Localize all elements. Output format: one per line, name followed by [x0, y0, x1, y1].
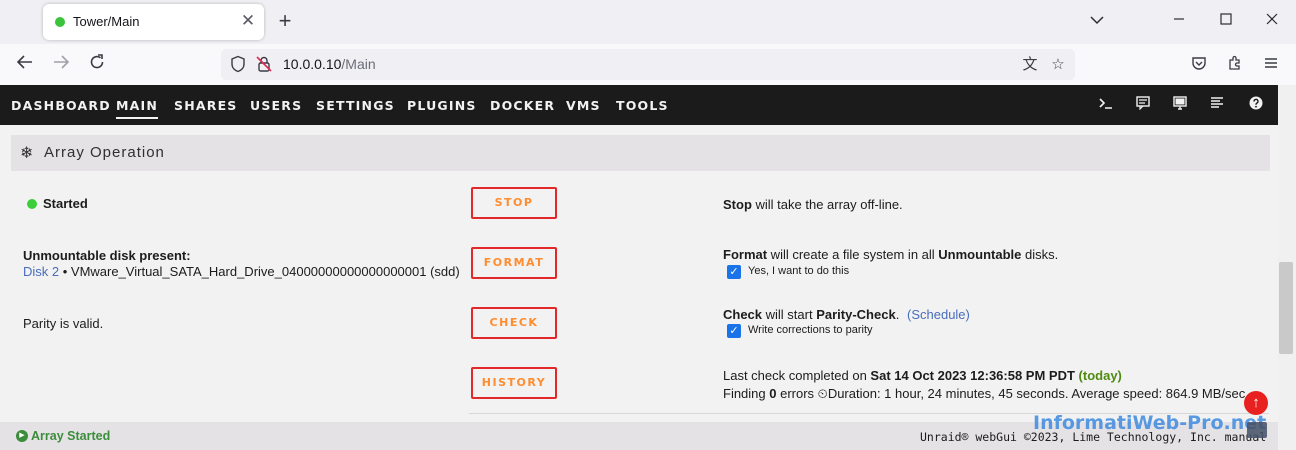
parity-status: Parity is valid. [23, 316, 104, 331]
stop-button[interactable]: STOP [471, 187, 557, 219]
url-text: 10.0.0.10/Main [283, 56, 376, 72]
section-title: Array Operation [44, 144, 165, 161]
tab-strip: Tower/Main ✕ + [0, 0, 1296, 44]
stop-description: Stop will take the array off-line. [723, 197, 903, 212]
check-button[interactable]: CHECK [471, 307, 557, 339]
top-menu: DASHBOARD MAIN SHARES USERS SETTINGS PLU… [0, 85, 1278, 125]
hamburger-menu-icon[interactable] [1258, 52, 1284, 78]
history-button[interactable]: HISTORY [471, 367, 557, 399]
forward-arrow-icon[interactable] [48, 52, 74, 78]
last-check-info: Last check completed on Sat 14 Oct 2023 … [723, 368, 1122, 383]
reload-icon[interactable] [84, 52, 110, 78]
menu-item-tools[interactable]: TOOLS [616, 98, 669, 113]
new-tab-icon[interactable]: + [274, 9, 296, 33]
snowflake-icon: ❄ [20, 145, 34, 162]
menu-item-docker[interactable]: DOCKER [490, 98, 555, 113]
main-content: ❄ Array Operation Started STOP Stop will… [0, 125, 1278, 422]
tab-list-chevron-icon[interactable] [1084, 8, 1110, 34]
insecure-lock-icon[interactable] [255, 55, 273, 73]
finding-errors-info: Finding 0 errors ⏲Duration: 1 hour, 24 m… [723, 386, 1246, 401]
feedback-icon[interactable] [1134, 96, 1152, 114]
format-description: Format will create a file system in all … [723, 247, 1059, 262]
array-status: Started [43, 196, 88, 211]
close-window-icon[interactable] [1259, 8, 1285, 34]
shield-icon[interactable] [229, 55, 247, 73]
maximize-icon[interactable] [1213, 8, 1239, 34]
monitor-icon[interactable] [1171, 96, 1189, 114]
menu-item-vms[interactable]: VMS [566, 98, 601, 113]
menu-item-shares[interactable]: SHARES [174, 98, 238, 113]
log-icon[interactable] [1208, 96, 1226, 114]
unmountable-label: Unmountable disk present: [23, 248, 191, 263]
back-arrow-icon[interactable] [12, 52, 38, 78]
footer-array-status: Array Started [31, 429, 111, 443]
tab-title: Tower/Main [73, 14, 140, 29]
play-icon: ▶ [16, 430, 28, 442]
started-status-icon [27, 199, 37, 209]
check-description: Check will start Parity-Check. [723, 307, 900, 322]
menu-item-users[interactable]: USERS [250, 98, 302, 113]
watermark-text: InformatiWeb-Pro.net [1033, 412, 1267, 434]
menu-item-dashboard[interactable]: DASHBOARD [11, 98, 111, 113]
pocket-icon[interactable] [1186, 52, 1212, 78]
menu-item-main[interactable]: MAIN [116, 98, 159, 119]
menu-item-settings[interactable]: SETTINGS [316, 98, 395, 113]
terminal-icon[interactable] [1097, 96, 1115, 114]
help-icon[interactable] [1247, 96, 1265, 114]
favicon-icon [55, 17, 65, 27]
schedule-link[interactable]: (Schedule) [907, 307, 970, 322]
close-tab-icon[interactable]: ✕ [239, 11, 257, 31]
clock-icon: ⏲ [817, 386, 828, 401]
extensions-icon[interactable] [1222, 52, 1248, 78]
laptop-icon [1247, 422, 1267, 438]
navigation-bar: 10.0.0.10/Main 文 ☆ [0, 44, 1296, 85]
section-header: ❄ Array Operation [11, 135, 1270, 171]
unmountable-disk-info: Disk 2 • VMware_Virtual_SATA_Hard_Drive_… [23, 264, 460, 279]
menu-item-plugins[interactable]: PLUGINS [407, 98, 477, 113]
write-corrections-checkbox[interactable]: ✓ [727, 324, 741, 338]
minimize-icon[interactable] [1166, 8, 1192, 34]
page-scrollbar-thumb[interactable] [1279, 262, 1293, 354]
translate-icon[interactable]: 文 [1019, 54, 1041, 76]
address-bar[interactable]: 10.0.0.10/Main 文 ☆ [221, 49, 1075, 80]
bookmark-star-icon[interactable]: ☆ [1047, 54, 1069, 76]
browser-window: Tower/Main ✕ + 10.0.0.10/Main 文 ☆ DASHBO… [0, 0, 1296, 450]
format-confirm-label: Yes, I want to do this [748, 265, 850, 277]
write-corrections-label: Write corrections to parity [748, 324, 873, 336]
format-confirm-checkbox[interactable]: ✓ [727, 265, 741, 279]
browser-tab[interactable]: Tower/Main ✕ [43, 4, 264, 40]
format-button[interactable]: FORMAT [471, 247, 557, 279]
disk-2-link[interactable]: Disk 2 [23, 264, 59, 279]
